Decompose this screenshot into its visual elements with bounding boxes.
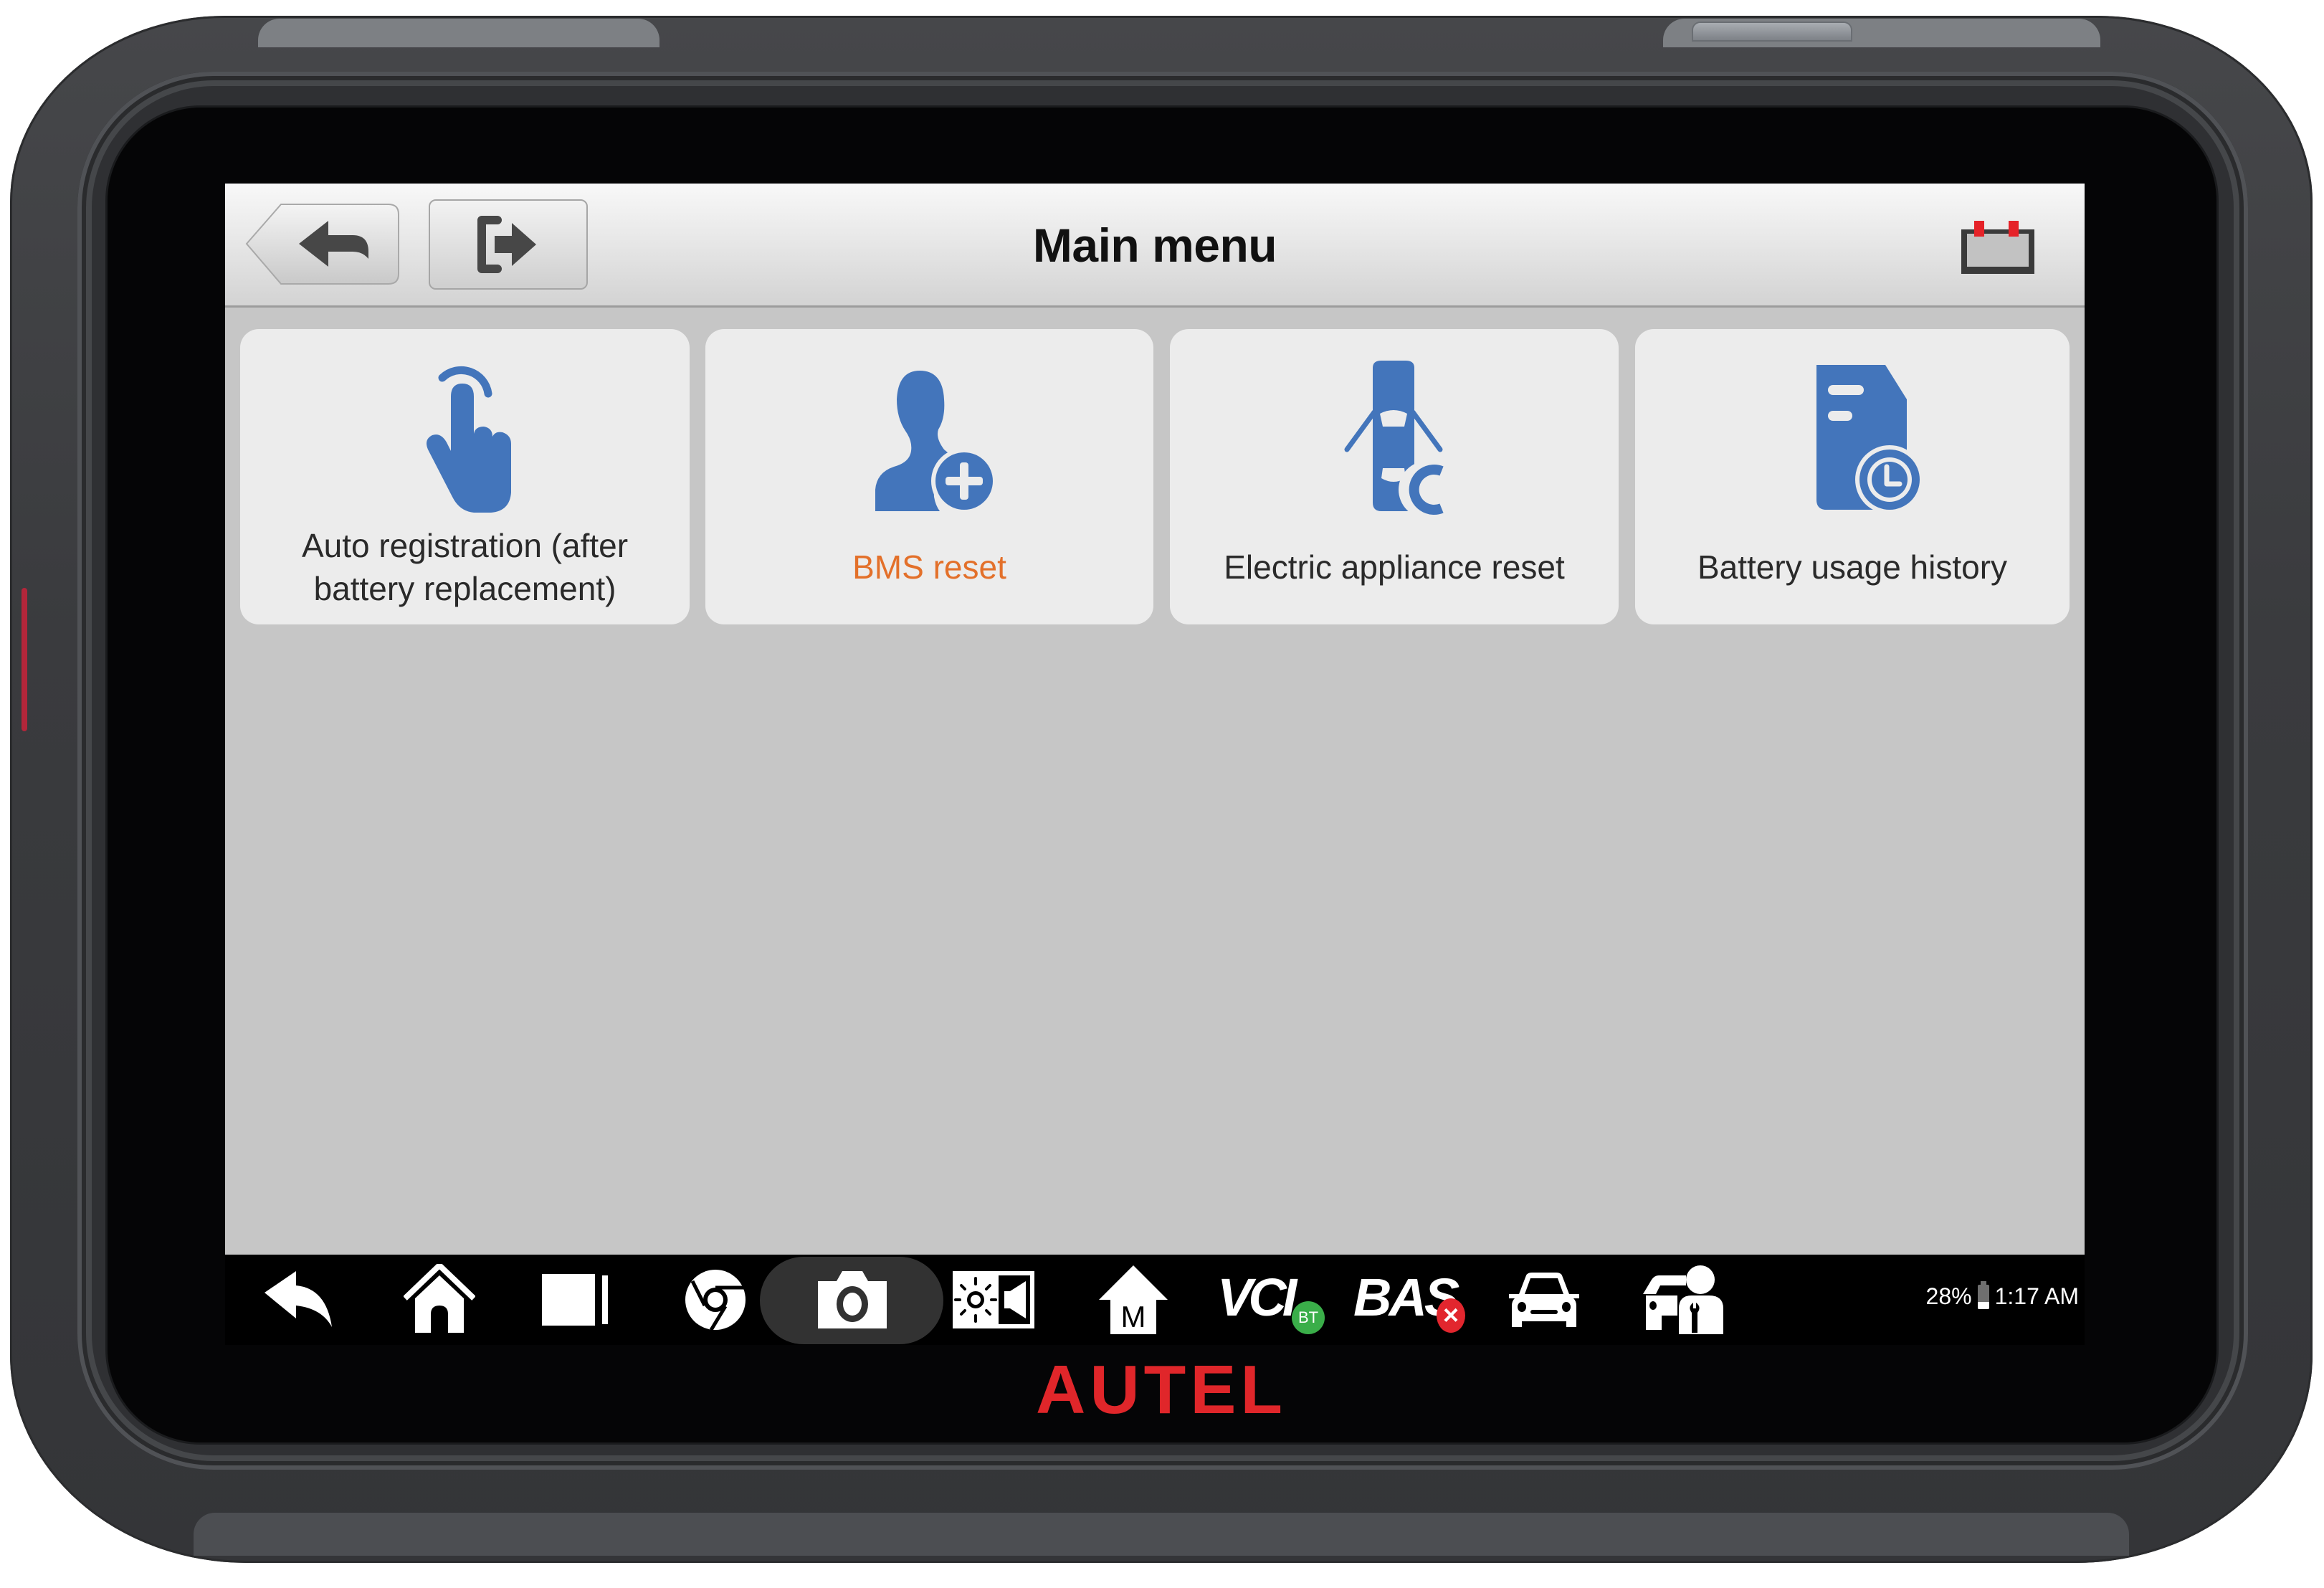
menu-item-electric-appliance-reset[interactable]: Electric appliance reset [1170,329,1619,624]
car-doors-reset-icon [1344,361,1456,518]
touch-hand-icon [426,366,511,513]
system-navbar: M VCI BT BAS × 28% 1:17 AM [225,1255,2085,1345]
nav-maxifix-home-button[interactable]: M [1094,1264,1173,1336]
nav-home-button[interactable] [400,1264,479,1336]
document-clock-icon [1816,365,1924,514]
vehicle-battery-icon [1961,221,2034,274]
camera-icon [818,1271,887,1328]
menu-item-bms-reset[interactable]: BMS reset [705,329,1153,624]
vehicle-battery-button[interactable] [1958,219,2037,277]
nav-vci-button[interactable]: VCI BT [1214,1264,1329,1336]
menu-item-label: Electric appliance reset [1224,548,1565,586]
status-area: 28% 1:17 AM [1925,1280,2079,1310]
menu-item-label: BMS reset [852,548,1006,586]
nav-back-button[interactable] [258,1264,337,1336]
nav-browser-button[interactable] [681,1264,750,1336]
car-icon [1509,1273,1579,1327]
user-add-icon [875,371,997,514]
clock: 1:17 AM [1994,1283,2079,1309]
battery-level-fill [1977,1301,1989,1309]
menu-item-battery-usage-history[interactable]: Battery usage history [1635,329,2070,624]
header-bar: Main menu [225,184,2085,308]
menu-item-label: Auto registration (after battery replace… [301,527,629,607]
bluetooth-badge: BT [1292,1301,1325,1334]
brightness-volume-icon [953,1271,1034,1328]
bas-icon: BAS × [1351,1264,1480,1336]
autel-logo: AUTEL [1004,1351,1319,1428]
chrome-icon [685,1270,746,1331]
menu-item-auto-registration[interactable]: Auto registration (after battery replace… [240,329,690,624]
technician-icon [1643,1265,1723,1334]
nav-bas-button[interactable]: BAS × [1351,1264,1480,1336]
menu-item-label: Battery usage history [1697,548,2008,586]
nav-screenshot-button[interactable] [813,1264,892,1336]
battery-percent: 28% [1925,1283,1972,1309]
vci-label: VCI [1217,1268,1297,1327]
app-screen: Main menu Auto registration (after batte… [225,184,2085,1345]
device-battery-icon [1977,1280,1989,1309]
svg-text:M: M [1121,1300,1146,1333]
recent-apps-icon [542,1274,608,1326]
bumper-bottom-edge [194,1513,2129,1556]
back-icon [265,1271,332,1327]
m-home-icon: M [1099,1265,1168,1334]
vci-icon: VCI BT [1214,1264,1329,1336]
nav-vehicle-button[interactable] [1504,1264,1584,1336]
power-button[interactable] [1692,22,1852,42]
side-accent [22,588,27,731]
nav-recent-apps-button[interactable] [540,1264,612,1336]
bumper-top-edge [258,19,659,47]
page-title: Main menu [1032,219,1277,272]
nav-remote-expert-button[interactable] [1642,1264,1728,1336]
home-icon [404,1264,475,1333]
disconnected-badge: × [1437,1298,1465,1333]
brand-logo-text: AUTEL [1036,1359,1287,1423]
nav-display-sound-button[interactable] [951,1264,1037,1336]
